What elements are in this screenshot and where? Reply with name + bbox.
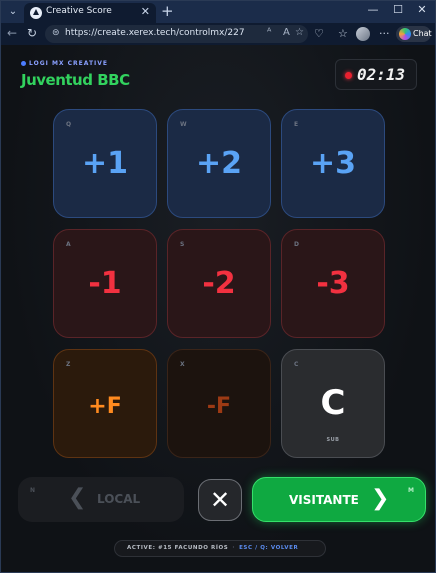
minus-3-key[interactable]: D -3 — [281, 229, 385, 338]
key-hint: D — [294, 241, 299, 248]
favicon-icon — [30, 7, 42, 19]
key-hint: Q — [66, 121, 72, 128]
key-hint: C — [294, 361, 299, 368]
key-label: -3 — [316, 266, 350, 301]
close-tab-icon[interactable]: ✕ — [141, 5, 150, 18]
key-sublabel: SUB — [326, 437, 340, 443]
plus-2-key[interactable]: W +2 — [167, 109, 271, 218]
brand-label: LOGI MX CREATIVE — [21, 60, 108, 67]
recording-dot-icon — [345, 72, 352, 79]
brand-dot-icon — [21, 61, 26, 66]
close-icon: ✕ — [209, 486, 231, 514]
site-info-icon[interactable]: ⊜ — [52, 28, 60, 38]
key-hint: X — [180, 361, 185, 368]
chevron-right-icon: ❯ — [371, 486, 390, 511]
back-icon[interactable]: ← — [4, 26, 20, 40]
browser-window: ⌄ Creative Score ✕ + — ☐ ✕ ← ↻ ⊜ https:/… — [0, 0, 436, 573]
active-player-text: ACTIVE: #15 FACUNDO RÍOS — [127, 545, 229, 551]
key-label: -2 — [202, 266, 236, 301]
key-hint: N — [30, 487, 36, 494]
key-label: +3 — [309, 146, 356, 181]
minus-1-key[interactable]: A -1 — [53, 229, 157, 338]
refresh-icon[interactable]: ↻ — [24, 26, 40, 40]
key-hint: E — [294, 121, 299, 128]
key-hint: A — [66, 241, 71, 248]
key-label: -1 — [88, 266, 122, 301]
substitution-key[interactable]: C C SUB — [281, 349, 385, 458]
more-options-icon[interactable]: ··· — [379, 27, 390, 40]
key-label: +F — [88, 394, 122, 419]
browser-essentials-icon[interactable]: ♡ — [314, 27, 324, 40]
status-bar: ACTIVE: #15 FACUNDO RÍOS · ESC / Q: VOLVER — [114, 540, 326, 557]
visitante-label: VISITANTE — [289, 493, 359, 507]
status-separator: · — [232, 545, 236, 551]
score-app: LOGI MX CREATIVE Juventud BBC 02:13 Q +1… — [2, 45, 434, 572]
translate-icon[interactable]: ᴬ — [267, 27, 271, 38]
visitante-team-button[interactable]: VISITANTE ❯ M — [252, 477, 426, 522]
team-name: Juventud BBC — [21, 71, 130, 89]
chat-label: Chat — [413, 29, 432, 38]
key-label: C — [320, 383, 346, 423]
cancel-button[interactable]: ✕ — [198, 479, 242, 521]
address-bar[interactable]: ⊜ https://create.xerex.tech/controlmx/22… — [45, 25, 308, 43]
plus-3-key[interactable]: E +3 — [281, 109, 385, 218]
minimize-icon[interactable]: — — [363, 3, 383, 16]
read-aloud-icon[interactable]: A — [283, 27, 290, 38]
tab-actions-menu-icon[interactable]: ⌄ — [5, 4, 21, 20]
game-timer: 02:13 — [335, 59, 417, 90]
minus-2-key[interactable]: S -2 — [167, 229, 271, 338]
brand-text: LOGI MX CREATIVE — [29, 60, 109, 67]
chevron-left-icon: ❮ — [68, 485, 87, 510]
key-hint: W — [180, 121, 187, 128]
tab-bar: ⌄ Creative Score ✕ + — ☐ ✕ — [1, 1, 435, 23]
timer-text: 02:13 — [357, 65, 406, 84]
close-window-icon[interactable]: ✕ — [412, 3, 432, 16]
remove-foul-key[interactable]: X -F — [167, 349, 271, 458]
add-foul-key[interactable]: Z +F — [53, 349, 157, 458]
key-label: +1 — [81, 146, 128, 181]
favorites-icon[interactable]: ☆ — [338, 27, 348, 40]
tab-creative-score[interactable]: Creative Score ✕ — [24, 3, 156, 23]
local-team-button[interactable]: N ❮ LOCAL — [18, 477, 184, 522]
address-row: ← ↻ ⊜ https://create.xerex.tech/controlm… — [1, 23, 435, 45]
profile-avatar[interactable] — [356, 27, 370, 41]
maximize-icon[interactable]: ☐ — [388, 3, 408, 16]
url-text[interactable]: https://create.xerex.tech/controlmx/2271… — [65, 28, 245, 38]
plus-1-key[interactable]: Q +1 — [53, 109, 157, 218]
key-hint: Z — [66, 361, 71, 368]
key-hint: S — [180, 241, 185, 248]
favorite-star-icon[interactable]: ☆ — [295, 27, 304, 38]
tab-title: Creative Score — [46, 6, 112, 16]
key-label: +2 — [195, 146, 242, 181]
copilot-icon — [399, 28, 411, 40]
local-label: LOCAL — [97, 492, 141, 506]
new-tab-icon[interactable]: + — [161, 2, 174, 20]
chat-button[interactable]: Chat — [396, 26, 432, 42]
key-label: -F — [206, 394, 232, 419]
keyboard-hint-text: ESC / Q: VOLVER — [239, 545, 299, 551]
key-hint: M — [408, 487, 414, 494]
